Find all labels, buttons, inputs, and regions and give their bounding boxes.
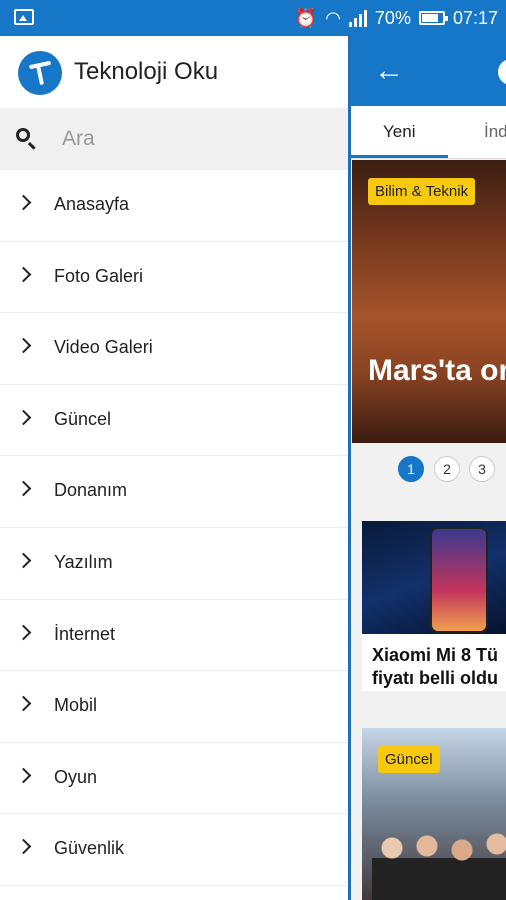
menu-item-mobil[interactable]: Mobil: [0, 671, 348, 743]
chevron-right-icon: [15, 552, 32, 569]
menu-list: Anasayfa Foto Galeri Video Galeri Güncel…: [0, 170, 348, 886]
alarm-icon: ⏰: [294, 7, 318, 28]
tab-bar: Yeni İnd: [350, 106, 506, 159]
app-name: Teknoloji Oku: [74, 58, 219, 85]
news-card[interactable]: Xiaomi Mi 8 Tü fiyatı belli oldu: [362, 521, 506, 691]
menu-item-guvenlik[interactable]: Güvenlik: [0, 814, 348, 886]
chevron-right-icon: [15, 194, 32, 211]
category-badge: Güncel: [378, 746, 440, 773]
news-thumbnail: [362, 521, 506, 634]
slider-pager: 1 2 3: [350, 446, 506, 494]
news-card[interactable]: Güncel: [362, 728, 506, 900]
menu-item-label: Yazılım: [54, 551, 113, 572]
menu-item-yazilim[interactable]: Yazılım: [0, 528, 348, 600]
menu-item-label: İnternet: [54, 623, 116, 644]
menu-item-donanim[interactable]: Donanım: [0, 456, 348, 528]
group-photo: [372, 818, 506, 900]
chevron-right-icon: [15, 409, 32, 426]
search-icon: [16, 128, 30, 142]
drawer-edge: [348, 36, 351, 900]
menu-item-label: Foto Galeri: [54, 265, 144, 286]
chevron-right-icon: [15, 624, 32, 640]
toolbar-logo: [498, 59, 506, 85]
news-title: Xiaomi Mi 8 Tü fiyatı belli oldu: [372, 645, 499, 688]
image-notification-icon: [14, 9, 34, 25]
menu-item-label: Oyun: [54, 766, 98, 787]
wifi-icon: ◠: [325, 7, 341, 28]
signal-icon: [348, 9, 367, 27]
pager-dot[interactable]: 2: [434, 456, 460, 482]
pager-dot[interactable]: 1: [398, 456, 424, 482]
menu-item-video-galeri[interactable]: Video Galeri: [0, 313, 348, 385]
hero-slide[interactable]: Bilim & Teknik Mars'ta or keşfedildi: [352, 160, 506, 443]
menu-item-label: Video Galeri: [54, 337, 153, 358]
phone-image: [430, 527, 488, 633]
navigation-drawer: Teknoloji Oku Anasayfa Foto Galeri Video…: [0, 36, 348, 900]
menu-item-label: Güncel: [54, 408, 112, 429]
app-toolbar: ←: [350, 36, 506, 106]
chevron-right-icon: [15, 337, 32, 354]
chevron-right-icon: [15, 695, 32, 712]
search-input[interactable]: [62, 124, 332, 154]
back-arrow-icon[interactable]: ←: [374, 54, 404, 88]
main-content: ← Yeni İnd Bilim & Teknik Mars'ta or keş…: [350, 36, 506, 900]
menu-item-guncel[interactable]: Güncel: [0, 385, 348, 457]
tab-yeni[interactable]: Yeni: [383, 122, 415, 142]
status-bar: ⏰ ◠ 70% 07:17: [0, 0, 506, 36]
battery-percent: 70%: [374, 7, 411, 28]
menu-item-label: Donanım: [54, 480, 128, 501]
menu-item-label: Güvenlik: [54, 838, 125, 859]
tab-next[interactable]: İnd: [484, 122, 506, 142]
chevron-right-icon: [15, 266, 32, 282]
menu-item-label: Mobil: [54, 695, 98, 716]
menu-item-oyun[interactable]: Oyun: [0, 743, 348, 815]
tab-indicator: [350, 155, 448, 158]
chevron-right-icon: [15, 767, 32, 784]
chevron-right-icon: [15, 481, 32, 497]
hero-title: Mars'ta or keşfedildi: [368, 354, 506, 387]
menu-item-internet[interactable]: İnternet: [0, 600, 348, 672]
menu-item-anasayfa[interactable]: Anasayfa: [0, 170, 348, 242]
search-bar: [0, 108, 348, 170]
category-badge: Bilim & Teknik: [368, 178, 476, 205]
drawer-header: Teknoloji Oku: [0, 36, 348, 108]
app-logo: [18, 51, 62, 95]
menu-item-label: Anasayfa: [54, 194, 130, 214]
battery-icon: [418, 11, 448, 25]
clock: 07:17: [452, 7, 498, 28]
pager-dot[interactable]: 3: [469, 456, 495, 482]
menu-item-foto-galeri[interactable]: Foto Galeri: [0, 242, 348, 314]
chevron-right-icon: [15, 839, 32, 855]
